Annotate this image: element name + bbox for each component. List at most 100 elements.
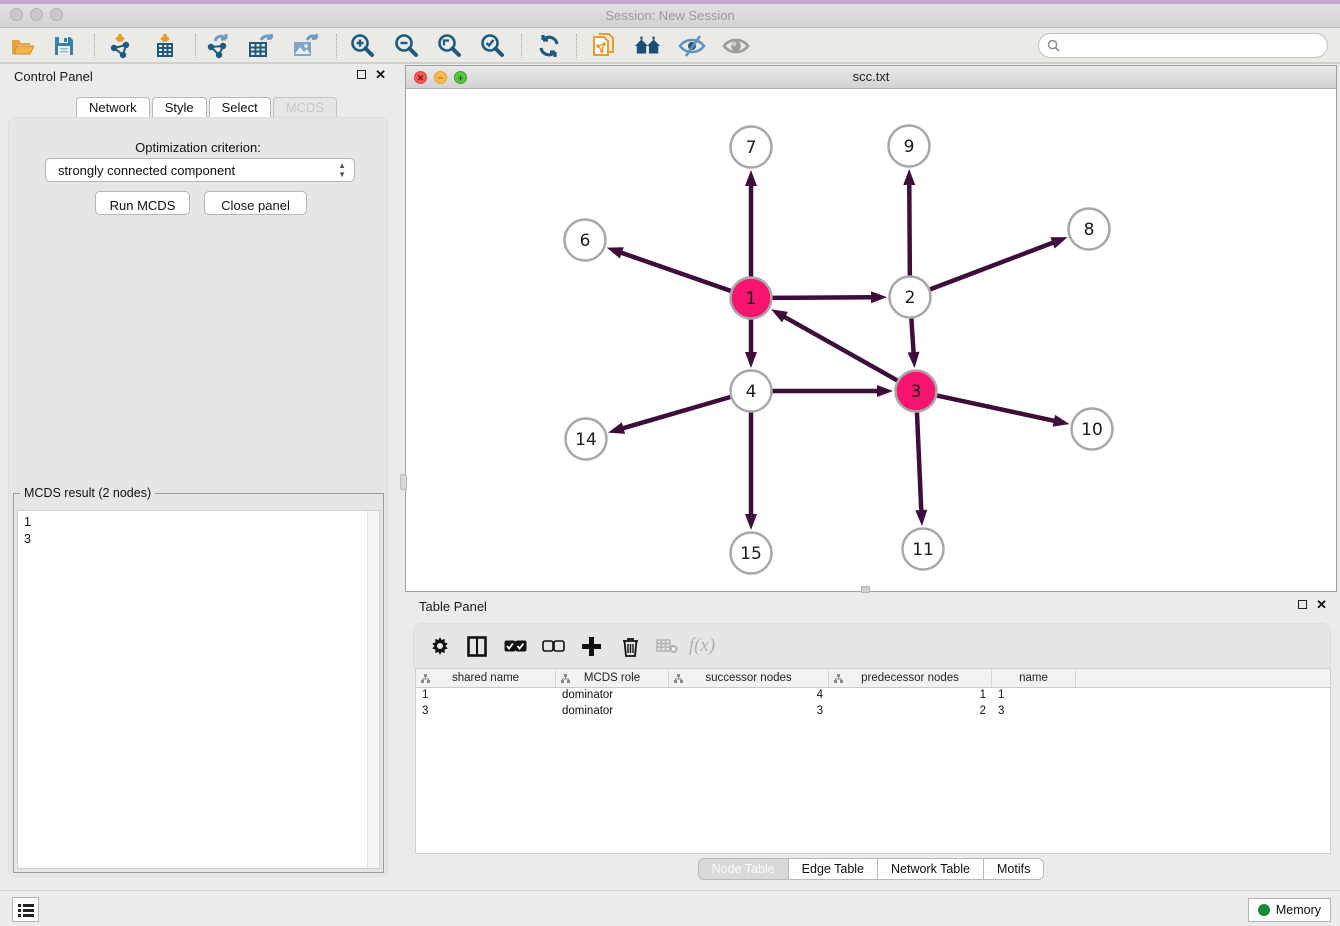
- zoom-selected-icon[interactable]: [478, 33, 506, 59]
- control-panel: Control Panel ✕ Network Style Select MCD…: [0, 65, 396, 888]
- cell-successor-nodes[interactable]: 3: [669, 704, 829, 720]
- home-icon[interactable]: [634, 33, 662, 59]
- search-icon: [1047, 39, 1060, 52]
- show-graphics-details-icon[interactable]: [722, 33, 750, 59]
- network-window-titlebar[interactable]: ✕ − + scc.txt: [406, 66, 1336, 89]
- cell-shared-name[interactable]: 3: [416, 704, 556, 720]
- graph-node-label: 1: [746, 289, 757, 309]
- column-header-mcds-role[interactable]: MCDS role: [556, 669, 669, 687]
- graph-arrowhead: [877, 385, 893, 397]
- node-table[interactable]: shared name MCDS role successor nodes pr…: [415, 668, 1331, 854]
- tab-select[interactable]: Select: [209, 97, 271, 118]
- graph-arrowhead: [745, 170, 757, 186]
- deselect-all-columns-icon[interactable]: [540, 633, 566, 659]
- zoom-in-icon[interactable]: [348, 33, 376, 59]
- export-table-icon[interactable]: [247, 33, 275, 59]
- zoom-fit-icon[interactable]: [435, 33, 463, 59]
- run-mcds-button[interactable]: Run MCDS: [95, 191, 190, 215]
- zoom-out-icon[interactable]: [392, 33, 420, 59]
- tab-motifs[interactable]: Motifs: [984, 858, 1044, 880]
- table-row[interactable]: 1 dominator 4 1 1: [416, 688, 1330, 704]
- tab-network-table[interactable]: Network Table: [878, 858, 984, 880]
- table-panel-title: Table Panel: [405, 599, 487, 614]
- network-canvas-svg[interactable]: 7968124314101511: [406, 89, 1336, 591]
- add-column-icon[interactable]: [578, 633, 604, 659]
- tab-mcds[interactable]: MCDS: [273, 97, 337, 118]
- column-header-name[interactable]: name: [992, 669, 1076, 687]
- graph-edge-2-8[interactable]: [930, 242, 1054, 289]
- table-row[interactable]: 3 dominator 3 2 3: [416, 704, 1330, 720]
- network-close-icon[interactable]: ✕: [414, 71, 427, 84]
- canvas-splitter-handle[interactable]: [861, 586, 870, 593]
- close-panel-button[interactable]: Close panel: [204, 191, 307, 215]
- column-header-predecessor-nodes[interactable]: predecessor nodes: [829, 669, 992, 687]
- graph-edge-3-11[interactable]: [917, 412, 921, 512]
- toolbar-separator: [336, 34, 337, 58]
- delete-column-icon[interactable]: [617, 633, 643, 659]
- close-panel-icon[interactable]: ✕: [375, 69, 386, 80]
- open-session-icon[interactable]: [8, 33, 36, 59]
- cell-name[interactable]: 3: [992, 704, 1076, 720]
- cell-mcds-role[interactable]: dominator: [556, 704, 669, 720]
- search-input[interactable]: [1060, 39, 1310, 53]
- network-title: scc.txt: [406, 66, 1336, 88]
- cell-shared-name[interactable]: 1: [416, 688, 556, 704]
- column-header-shared-name[interactable]: shared name: [416, 669, 556, 687]
- mcds-result-text[interactable]: 1 3: [17, 510, 380, 869]
- panel-splitter-handle[interactable]: [400, 474, 407, 490]
- export-network-icon[interactable]: [204, 33, 232, 59]
- graph-edge-2-9[interactable]: [909, 183, 910, 276]
- tab-network[interactable]: Network: [76, 97, 150, 118]
- toolbar-separator: [576, 34, 577, 58]
- graph-edge-2-3[interactable]: [911, 318, 913, 354]
- tab-node-table[interactable]: Node Table: [698, 858, 789, 880]
- column-header-successor-nodes[interactable]: successor nodes: [669, 669, 829, 687]
- graph-node-label: 4: [746, 382, 757, 402]
- graph-edge-3-10[interactable]: [937, 396, 1056, 422]
- memory-status-icon: [1258, 904, 1270, 916]
- cell-mcds-role[interactable]: dominator: [556, 688, 669, 704]
- graph-arrowhead: [745, 352, 757, 368]
- tab-style[interactable]: Style: [152, 97, 207, 118]
- float-table-panel-icon[interactable]: [1298, 600, 1307, 609]
- graph-edge-1-2[interactable]: [772, 297, 873, 298]
- tab-edge-table[interactable]: Edge Table: [789, 858, 878, 880]
- toggle-panel-layout-icon[interactable]: [464, 633, 490, 659]
- task-history-button[interactable]: [12, 897, 39, 922]
- mcds-result-group: MCDS result (2 nodes) 1 3: [13, 493, 384, 873]
- toolbar-separator: [94, 34, 95, 58]
- search-field[interactable]: [1038, 33, 1328, 58]
- float-panel-icon[interactable]: [357, 70, 366, 79]
- window-zoom-button[interactable]: [50, 8, 63, 21]
- graph-edge-3-1[interactable]: [783, 316, 897, 380]
- select-all-columns-icon[interactable]: [502, 633, 528, 659]
- graph-edge-4-14[interactable]: [622, 397, 731, 429]
- window-minimize-button[interactable]: [30, 8, 43, 21]
- hide-graphics-details-icon[interactable]: [678, 33, 706, 59]
- export-image-icon[interactable]: [291, 33, 319, 59]
- clone-network-icon[interactable]: [590, 33, 618, 59]
- network-maximize-icon[interactable]: +: [454, 71, 467, 84]
- criterion-dropdown[interactable]: strongly connected component ▲▼: [45, 158, 355, 182]
- cell-successor-nodes[interactable]: 4: [669, 688, 829, 704]
- import-table-icon[interactable]: [151, 33, 179, 59]
- toolbar-separator: [521, 34, 522, 58]
- close-table-panel-icon[interactable]: ✕: [1316, 599, 1327, 610]
- cell-predecessor-nodes[interactable]: 2: [829, 704, 992, 720]
- graph-edge-1-6[interactable]: [620, 252, 731, 291]
- graph-arrowhead: [771, 309, 788, 322]
- network-minimize-icon[interactable]: −: [434, 71, 447, 84]
- import-network-icon[interactable]: [106, 33, 134, 59]
- cell-name[interactable]: 1: [992, 688, 1076, 704]
- result-scrollbar[interactable]: [367, 511, 379, 868]
- table-panel: Table Panel ✕ f(x) shared name MCDS role…: [405, 595, 1337, 888]
- refresh-icon[interactable]: [535, 33, 563, 59]
- window-close-button[interactable]: [10, 8, 23, 21]
- cell-predecessor-nodes[interactable]: 1: [829, 688, 992, 704]
- graph-arrowhead: [903, 169, 915, 185]
- column-settings-icon[interactable]: [427, 633, 453, 659]
- save-session-icon[interactable]: [50, 33, 78, 59]
- memory-button[interactable]: Memory: [1248, 898, 1331, 922]
- table-header-row: shared name MCDS role successor nodes pr…: [416, 669, 1330, 688]
- graph-node-label: 6: [580, 231, 591, 251]
